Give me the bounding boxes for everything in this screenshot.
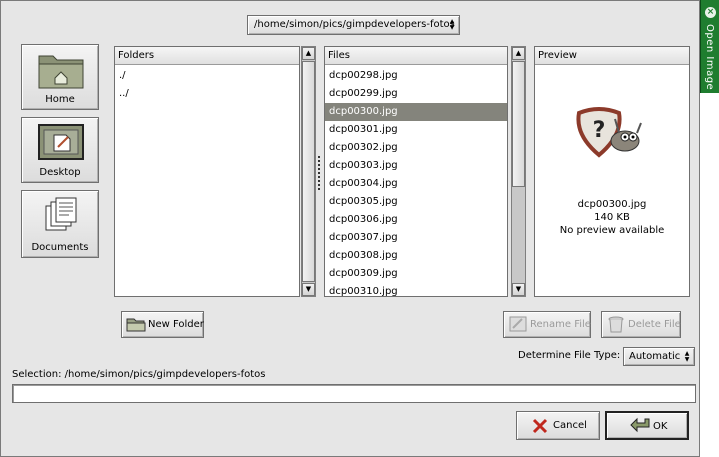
selection-label: Selection: /home/simon/pics/gimpdevelope… <box>12 369 266 380</box>
bookmark-documents[interactable]: Documents <box>21 190 99 258</box>
file-open-dialog: /home/simon/pics/gimpdevelopers-fotos ▲ ▼… <box>0 0 700 457</box>
scroll-down-icon[interactable]: ▼ <box>512 283 525 296</box>
file-item[interactable]: dcp00298.jpg <box>325 67 507 85</box>
updown-arrows-icon: ▲ ▼ <box>684 350 690 363</box>
preview-filename: dcp00300.jpg <box>577 199 647 210</box>
documents-icon <box>45 197 77 231</box>
folders-scroll-thumb[interactable] <box>302 61 315 282</box>
file-item[interactable]: dcp00303.jpg <box>325 157 507 175</box>
file-item[interactable]: dcp00299.jpg <box>325 85 507 103</box>
file-item[interactable]: dcp00306.jpg <box>325 211 507 229</box>
svg-text:?: ? <box>593 118 606 143</box>
file-item-selected[interactable]: dcp00300.jpg <box>325 103 507 121</box>
file-type-value: Automatic <box>629 351 681 362</box>
folder-item[interactable]: ./ <box>115 67 299 85</box>
file-item[interactable]: dcp00309.jpg <box>325 265 507 283</box>
files-header[interactable]: Files <box>325 47 507 65</box>
gimp-wilber-question-icon: ? <box>576 107 642 158</box>
trash-icon <box>608 316 624 333</box>
close-icon[interactable]: × <box>705 7 716 18</box>
bookmark-documents-label: Documents <box>31 242 89 253</box>
rename-file-button[interactable]: Rename File <box>503 311 591 338</box>
file-item[interactable]: dcp00310.jpg <box>325 283 507 296</box>
pane-resize-handle[interactable] <box>318 156 321 190</box>
selection-input[interactable] <box>12 384 696 403</box>
folders-scrollbar[interactable]: ▲ ▼ <box>301 46 316 297</box>
ok-arrow-icon <box>630 417 650 433</box>
files-scrollbar[interactable]: ▲ ▼ <box>511 46 526 297</box>
home-folder-icon <box>38 55 84 89</box>
folders-header[interactable]: Folders <box>115 47 299 65</box>
preview-panel: Preview ? dcp00300.jpg 140 KB No preview… <box>534 46 690 297</box>
bookmark-home[interactable]: Home <box>21 44 99 110</box>
new-folder-label: New Folder <box>148 319 204 330</box>
window-title: Open Image <box>704 24 715 91</box>
preview-status: No preview available <box>559 225 665 236</box>
desktop-icon <box>38 124 84 160</box>
folder-item[interactable]: ../ <box>115 85 299 103</box>
file-item[interactable]: dcp00307.jpg <box>325 229 507 247</box>
file-item[interactable]: dcp00304.jpg <box>325 175 507 193</box>
file-type-label: Determine File Type: <box>518 350 621 361</box>
scroll-down-icon[interactable]: ▼ <box>302 283 315 296</box>
path-combo-value: /home/simon/pics/gimpdevelopers-fotos <box>254 19 455 30</box>
scroll-up-icon[interactable]: ▲ <box>512 47 525 60</box>
file-item[interactable]: dcp00301.jpg <box>325 121 507 139</box>
cancel-x-icon <box>532 418 548 434</box>
preview-size: 140 KB <box>594 212 630 223</box>
file-item[interactable]: dcp00302.jpg <box>325 139 507 157</box>
file-item[interactable]: dcp00305.jpg <box>325 193 507 211</box>
delete-file-button[interactable]: Delete File <box>601 311 681 338</box>
cancel-button[interactable]: Cancel <box>516 411 600 440</box>
preview-info: dcp00300.jpg 140 KB No preview available <box>535 198 689 237</box>
scroll-up-icon[interactable]: ▲ <box>302 47 315 60</box>
bookmark-home-label: Home <box>45 94 75 105</box>
folder-icon <box>126 318 146 332</box>
ok-button[interactable]: OK <box>605 411 689 440</box>
files-list[interactable]: Files dcp00298.jpg dcp00299.jpg dcp00300… <box>324 46 508 297</box>
ok-label: OK <box>653 421 668 432</box>
window-title-tab: × Open Image <box>700 0 719 457</box>
folders-list[interactable]: Folders ./ ../ <box>114 46 300 297</box>
files-scroll-thumb[interactable] <box>512 61 525 187</box>
file-item[interactable]: dcp00308.jpg <box>325 247 507 265</box>
updown-arrows-icon: ▲ ▼ <box>449 18 455 31</box>
rename-file-label: Rename File <box>530 319 591 330</box>
path-combo[interactable]: /home/simon/pics/gimpdevelopers-fotos ▲ ▼ <box>247 15 460 35</box>
bookmark-desktop[interactable]: Desktop <box>21 117 99 183</box>
title-bar: × Open Image <box>700 0 719 93</box>
rename-icon <box>509 316 527 332</box>
cancel-label: Cancel <box>553 420 587 431</box>
file-type-combo[interactable]: Automatic ▲ ▼ <box>623 347 695 366</box>
preview-header: Preview <box>535 47 689 65</box>
new-folder-button[interactable]: New Folder <box>121 311 204 338</box>
delete-file-label: Delete File <box>628 319 681 330</box>
bookmark-desktop-label: Desktop <box>39 167 81 178</box>
